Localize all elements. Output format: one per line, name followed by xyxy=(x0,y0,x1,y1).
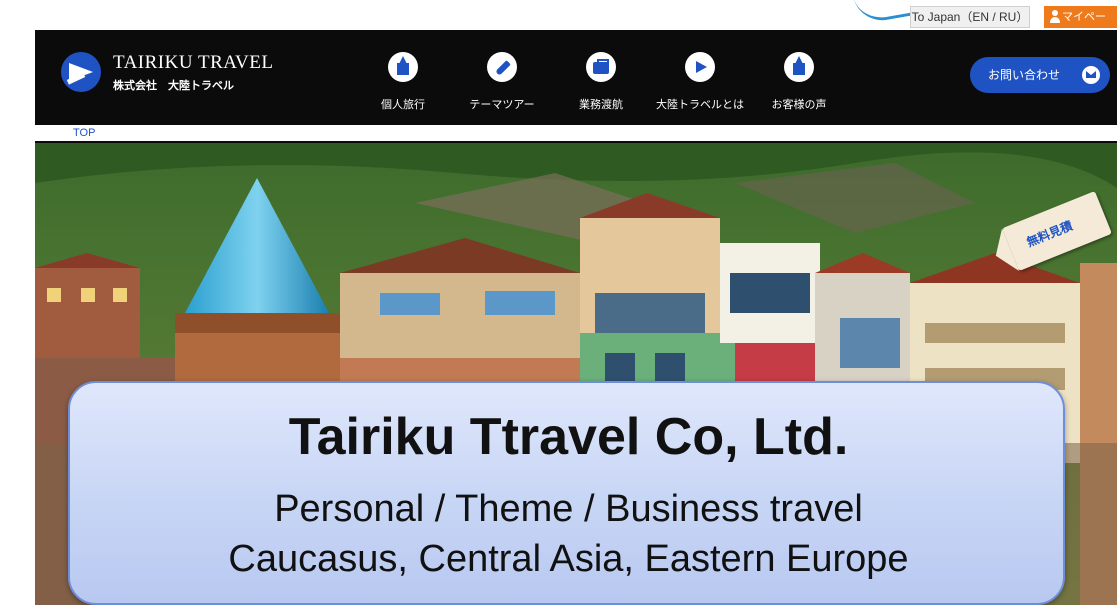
slide: TAIRIKU TRAVEL 株式会社 大陸トラベル 個人旅行 テーマツアー 業… xyxy=(0,0,1117,605)
mypage-button[interactable]: マイペー xyxy=(1044,6,1117,28)
nav-item-customer-voices[interactable]: お客様の声 xyxy=(751,52,847,112)
nav-label: 業務渡航 xyxy=(579,98,623,111)
brand-name-ja[interactable]: 株式会社 大陸トラベル xyxy=(113,77,234,93)
nav-label: お客様の声 xyxy=(771,98,827,111)
nav-item-personal-travel[interactable]: 個人旅行 xyxy=(355,52,451,112)
contact-label: お問い合わせ xyxy=(988,68,1061,82)
callout-title: Tairiku Ttravel Co, Ltd. xyxy=(288,408,849,466)
plane-icon xyxy=(685,52,715,82)
breadcrumb-top-link[interactable]: TOP xyxy=(73,125,95,141)
callout-services: Personal / Theme / Business travel xyxy=(274,488,863,530)
briefcase-icon xyxy=(586,52,616,82)
top-utility-bar: To Japan（EN / RU） マイペー xyxy=(0,0,1117,34)
mypage-label: マイペー xyxy=(1062,10,1106,23)
church-icon xyxy=(388,52,418,82)
brand-name-en[interactable]: TAIRIKU TRAVEL xyxy=(113,52,273,74)
nav-label: 個人旅行 xyxy=(381,98,425,111)
nav-item-theme-tour[interactable]: テーマツアー xyxy=(454,52,550,112)
free-estimate-label: 無料見積 xyxy=(1024,218,1075,250)
nav-label: 大陸トラベルとは xyxy=(656,98,744,111)
company-callout: Tairiku Ttravel Co, Ltd. Personal / Them… xyxy=(68,381,1065,605)
nav-label: テーマツアー xyxy=(469,98,535,111)
site-header: TAIRIKU TRAVEL 株式会社 大陸トラベル 個人旅行 テーマツアー 業… xyxy=(35,30,1117,118)
breadcrumb: TOP xyxy=(35,125,1117,141)
user-icon xyxy=(1050,10,1060,24)
church-icon xyxy=(784,52,814,82)
language-link[interactable]: To Japan（EN / RU） xyxy=(910,6,1030,28)
mail-icon xyxy=(1082,66,1100,84)
contact-button[interactable]: お問い合わせ xyxy=(970,57,1110,93)
rocket-icon xyxy=(487,52,517,82)
logo-icon[interactable] xyxy=(61,52,101,92)
nav-item-business-travel[interactable]: 業務渡航 xyxy=(553,52,649,112)
callout-regions: Caucasus, Central Asia, Eastern Europe xyxy=(228,538,909,580)
nav-item-about[interactable]: 大陸トラベルとは xyxy=(652,52,748,112)
